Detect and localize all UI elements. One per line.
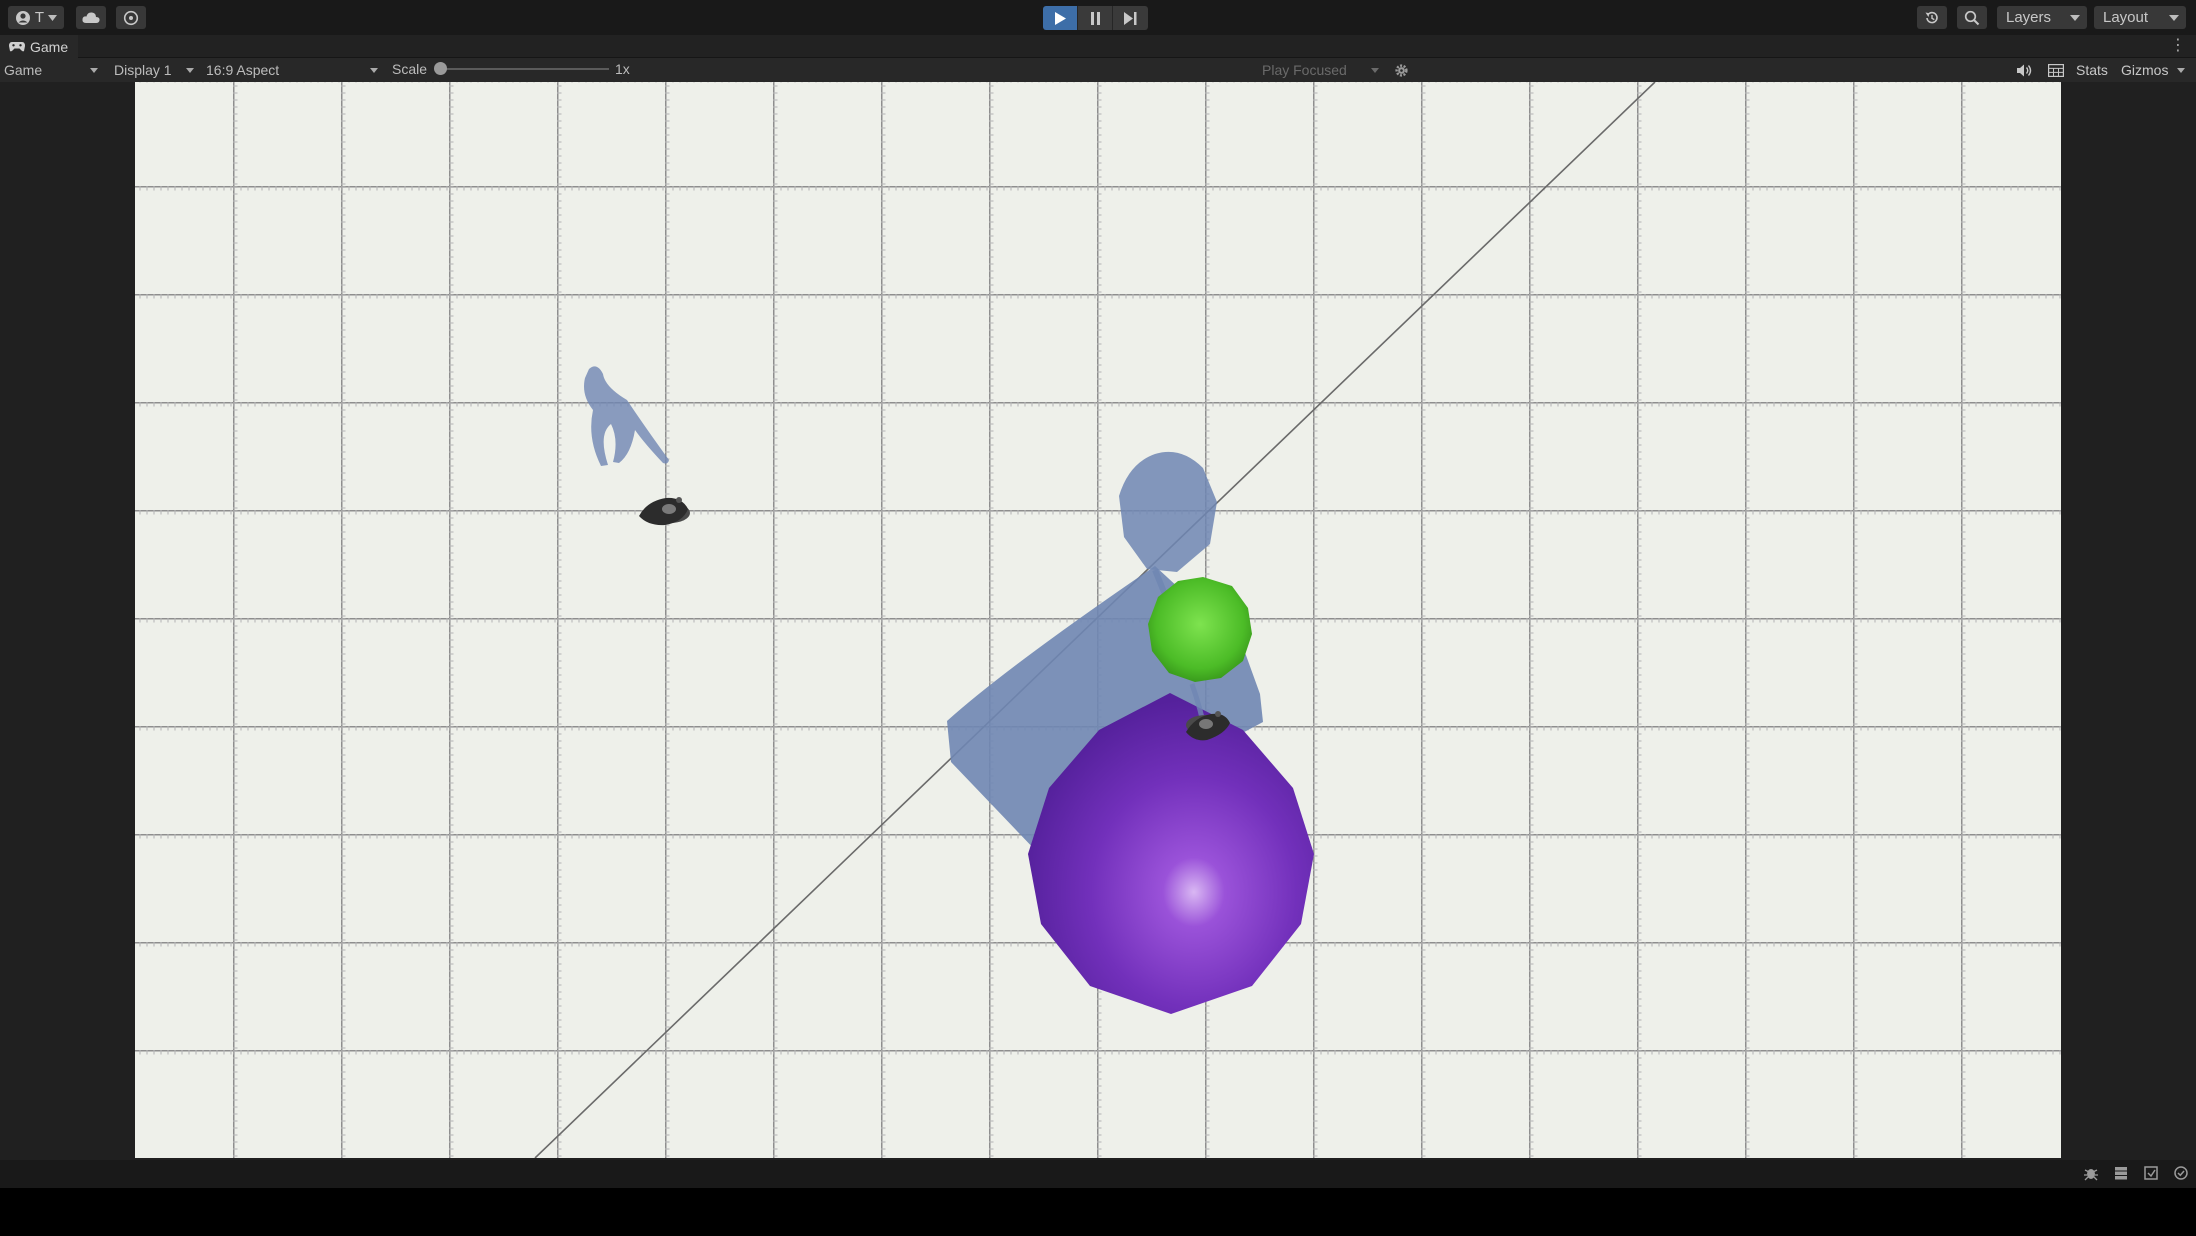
stats-label: Stats xyxy=(2076,62,2108,78)
scale-slider-track[interactable] xyxy=(441,68,609,70)
gizmos-label: Gizmos xyxy=(2121,62,2169,78)
game-view-controls: Game Display 1 16:9 Aspect Play Focused xyxy=(0,58,2196,82)
step-icon xyxy=(1124,11,1137,25)
chevron-down-icon xyxy=(2177,67,2186,73)
chevron-down-icon xyxy=(48,14,58,21)
step-button[interactable] xyxy=(1113,6,1148,30)
chevron-down-icon xyxy=(1371,68,1379,73)
mute-audio-button[interactable] xyxy=(2017,60,2032,80)
gizmos-dropdown[interactable]: Gizmos xyxy=(2121,60,2191,80)
more-options-icon[interactable]: ⋮ xyxy=(2170,38,2186,54)
tab-game-label: Game xyxy=(30,38,69,55)
chevron-down-icon xyxy=(370,68,378,73)
debug-icon[interactable] xyxy=(2082,1164,2100,1182)
scale-value: 1x xyxy=(615,61,630,77)
layers-dropdown[interactable]: Layers xyxy=(1997,6,2087,29)
stats-button[interactable]: Stats xyxy=(2076,60,2108,80)
play-button[interactable] xyxy=(1043,6,1078,30)
pause-button[interactable] xyxy=(1078,6,1113,30)
tab-game[interactable]: Game xyxy=(0,35,78,58)
chevron-down-icon xyxy=(186,68,194,73)
pause-icon xyxy=(1090,11,1100,25)
scale-label: Scale xyxy=(392,61,428,77)
aspect-dropdown[interactable]: 16:9 Aspect xyxy=(202,60,382,80)
aspect-label: 16:9 Aspect xyxy=(206,62,280,78)
settings-button[interactable] xyxy=(1390,60,1410,80)
play-icon xyxy=(1055,11,1066,25)
chevron-down-icon xyxy=(2070,15,2080,21)
progress-icon[interactable] xyxy=(2142,1164,2160,1182)
chevron-down-icon xyxy=(90,68,98,73)
play-controls xyxy=(1043,6,1148,30)
status-icons xyxy=(2082,1164,2190,1182)
panel-tab-bar: Game ⋮ xyxy=(0,35,2196,58)
cloud-button[interactable] xyxy=(76,6,106,29)
search-icon xyxy=(1964,10,1980,25)
account-label: T xyxy=(34,9,45,26)
layout-label: Layout xyxy=(2103,9,2149,26)
undo-history-button[interactable] xyxy=(1917,6,1947,29)
cache-server-icon[interactable] xyxy=(2112,1164,2130,1182)
gear-icon xyxy=(1395,63,1408,77)
grid-layout-icon xyxy=(2048,63,2064,77)
history-icon xyxy=(1925,11,1938,23)
play-mode-dropdown[interactable]: Play Focused xyxy=(1258,60,1383,80)
chevron-down-icon xyxy=(2169,15,2179,21)
layout-dropdown[interactable]: Layout xyxy=(2094,6,2186,29)
status-bar xyxy=(0,1160,2196,1188)
account-icon xyxy=(15,10,30,25)
frame-debugger-button[interactable] xyxy=(2048,60,2064,80)
game-viewport[interactable] xyxy=(135,82,2061,1158)
main-toolbar: T Layers Layout xyxy=(0,0,2196,35)
play-mode-label: Play Focused xyxy=(1262,62,1347,78)
cloud-icon xyxy=(82,12,100,23)
speaker-icon xyxy=(2017,64,2032,76)
search-button[interactable] xyxy=(1957,6,1987,29)
game-mode-label: Game xyxy=(4,62,43,78)
auto-refresh-icon[interactable] xyxy=(2172,1164,2190,1182)
account-button[interactable]: T xyxy=(8,6,64,29)
letterbox-bottom xyxy=(0,1188,2196,1236)
collab-button[interactable] xyxy=(116,6,146,29)
display-label: Display 1 xyxy=(114,62,172,78)
display-dropdown[interactable]: Display 1 xyxy=(110,60,198,80)
gamepad-icon xyxy=(9,42,25,52)
game-scene xyxy=(135,82,2061,1158)
scale-slider-thumb[interactable] xyxy=(434,62,447,75)
layers-label: Layers xyxy=(2006,9,2052,26)
collab-icon xyxy=(123,10,139,25)
game-mode-dropdown[interactable]: Game xyxy=(0,60,102,80)
